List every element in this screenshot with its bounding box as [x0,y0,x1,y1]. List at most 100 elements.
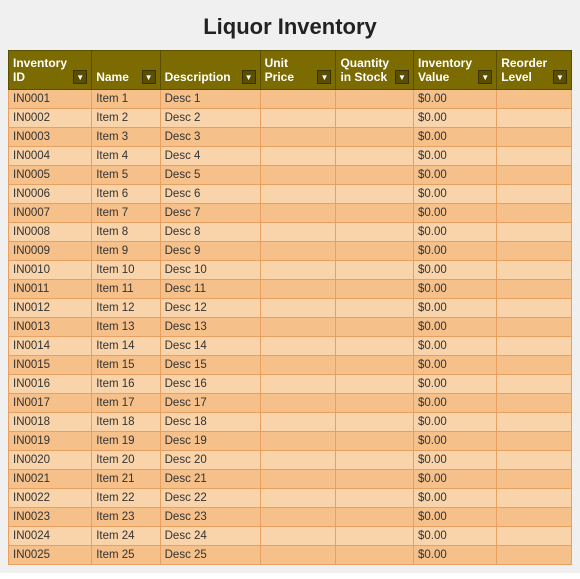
cell-qty-stock [336,90,414,109]
cell-unit-price [260,147,336,166]
column-header-description: Description▼ [160,51,260,90]
cell-name: Item 11 [92,280,160,299]
cell-name: Item 19 [92,432,160,451]
cell-inv-value: $0.00 [414,375,497,394]
table-row: IN0015Item 15Desc 15$0.00 [9,356,572,375]
cell-description: Desc 18 [160,413,260,432]
cell-name: Item 6 [92,185,160,204]
cell-description: Desc 22 [160,489,260,508]
cell-reorder-level [497,185,572,204]
cell-inv-value: $0.00 [414,318,497,337]
cell-inv-id: IN0007 [9,204,92,223]
cell-inv-value: $0.00 [414,470,497,489]
cell-unit-price [260,546,336,565]
cell-inv-value: $0.00 [414,337,497,356]
cell-qty-stock [336,546,414,565]
table-row: IN0021Item 21Desc 21$0.00 [9,470,572,489]
cell-name: Item 13 [92,318,160,337]
column-header-reorder: Reorder Level▼ [497,51,572,90]
cell-inv-value: $0.00 [414,299,497,318]
table-row: IN0009Item 9Desc 9$0.00 [9,242,572,261]
cell-qty-stock [336,242,414,261]
cell-reorder-level [497,299,572,318]
table-row: IN0006Item 6Desc 6$0.00 [9,185,572,204]
cell-qty-stock [336,128,414,147]
column-filter-arrow-inv-id[interactable]: ▼ [73,70,87,84]
table-row: IN0018Item 18Desc 18$0.00 [9,413,572,432]
column-filter-arrow-qty-stock[interactable]: ▼ [395,70,409,84]
cell-unit-price [260,128,336,147]
cell-qty-stock [336,109,414,128]
table-row: IN0022Item 22Desc 22 $0.00 [9,489,572,508]
cell-description: Desc 21 [160,470,260,489]
cell-reorder-level [497,223,572,242]
cell-inv-value: $0.00 [414,261,497,280]
cell-inv-value: $0.00 [414,489,497,508]
cell-inv-id: IN0013 [9,318,92,337]
cell-reorder-level [497,356,572,375]
table-row: IN0016Item 16Desc 16$0.00 [9,375,572,394]
column-filter-arrow-inv-value[interactable]: ▼ [478,70,492,84]
table-header-row: Inventory ID▼Name▼Description▼Unit Price… [9,51,572,90]
cell-unit-price [260,242,336,261]
cell-description: Desc 2 [160,109,260,128]
cell-unit-price [260,261,336,280]
cell-inv-id: IN0005 [9,166,92,185]
cell-description: Desc 24 [160,527,260,546]
cell-description: Desc 9 [160,242,260,261]
cell-inv-value: $0.00 [414,185,497,204]
cell-inv-id: IN0012 [9,299,92,318]
cell-description: Desc 12 [160,299,260,318]
cell-inv-id: IN0015 [9,356,92,375]
table-row: IN0023Item 23Desc 23$0.00 [9,508,572,527]
cell-description: Desc 15 [160,356,260,375]
cell-unit-price [260,451,336,470]
cell-inv-value: $0.00 [414,204,497,223]
cell-unit-price [260,470,336,489]
cell-inv-value: $0.00 [414,280,497,299]
cell-description: Desc 17 [160,394,260,413]
cell-inv-value: $0.00 [414,546,497,565]
cell-description: Desc 5 [160,166,260,185]
table-row: IN0003Item 3Desc 3$0.00 [9,128,572,147]
cell-description: Desc 10 [160,261,260,280]
cell-name: Item 15 [92,356,160,375]
cell-reorder-level [497,489,572,508]
cell-description: Desc 7 [160,204,260,223]
cell-name: Item 22 [92,489,160,508]
table-row: IN0001Item 1Desc 1$0.00 [9,90,572,109]
cell-inv-id: IN0022 [9,489,92,508]
cell-reorder-level [497,413,572,432]
cell-inv-value: $0.00 [414,166,497,185]
cell-unit-price [260,204,336,223]
column-filter-arrow-reorder[interactable]: ▼ [553,70,567,84]
column-label-reorder: Reorder Level [501,56,551,84]
column-filter-arrow-description[interactable]: ▼ [242,70,256,84]
table-row: IN0005Item 5Desc 5$0.00 [9,166,572,185]
column-filter-arrow-unit-price[interactable]: ▼ [317,70,331,84]
table-row: IN0002Item 2Desc 2$0.00 [9,109,572,128]
column-header-inv-value: Inventory Value▼ [414,51,497,90]
cell-reorder-level [497,394,572,413]
table-row: IN0024Item 24Desc 24$0.00 [9,527,572,546]
cell-inv-id: IN0001 [9,90,92,109]
cell-unit-price [260,223,336,242]
cell-inv-value: $0.00 [414,223,497,242]
cell-unit-price [260,508,336,527]
cell-unit-price [260,489,336,508]
cell-reorder-level [497,128,572,147]
cell-inv-id: IN0003 [9,128,92,147]
cell-unit-price [260,109,336,128]
cell-qty-stock [336,375,414,394]
cell-reorder-level [497,204,572,223]
cell-inv-id: IN0023 [9,508,92,527]
cell-inv-value: $0.00 [414,432,497,451]
cell-name: Item 4 [92,147,160,166]
column-filter-arrow-name[interactable]: ▼ [142,70,156,84]
table-row: IN0008Item 8Desc 8$0.00 [9,223,572,242]
cell-reorder-level [497,90,572,109]
cell-qty-stock [336,337,414,356]
cell-qty-stock [336,451,414,470]
cell-unit-price [260,356,336,375]
cell-reorder-level [497,242,572,261]
